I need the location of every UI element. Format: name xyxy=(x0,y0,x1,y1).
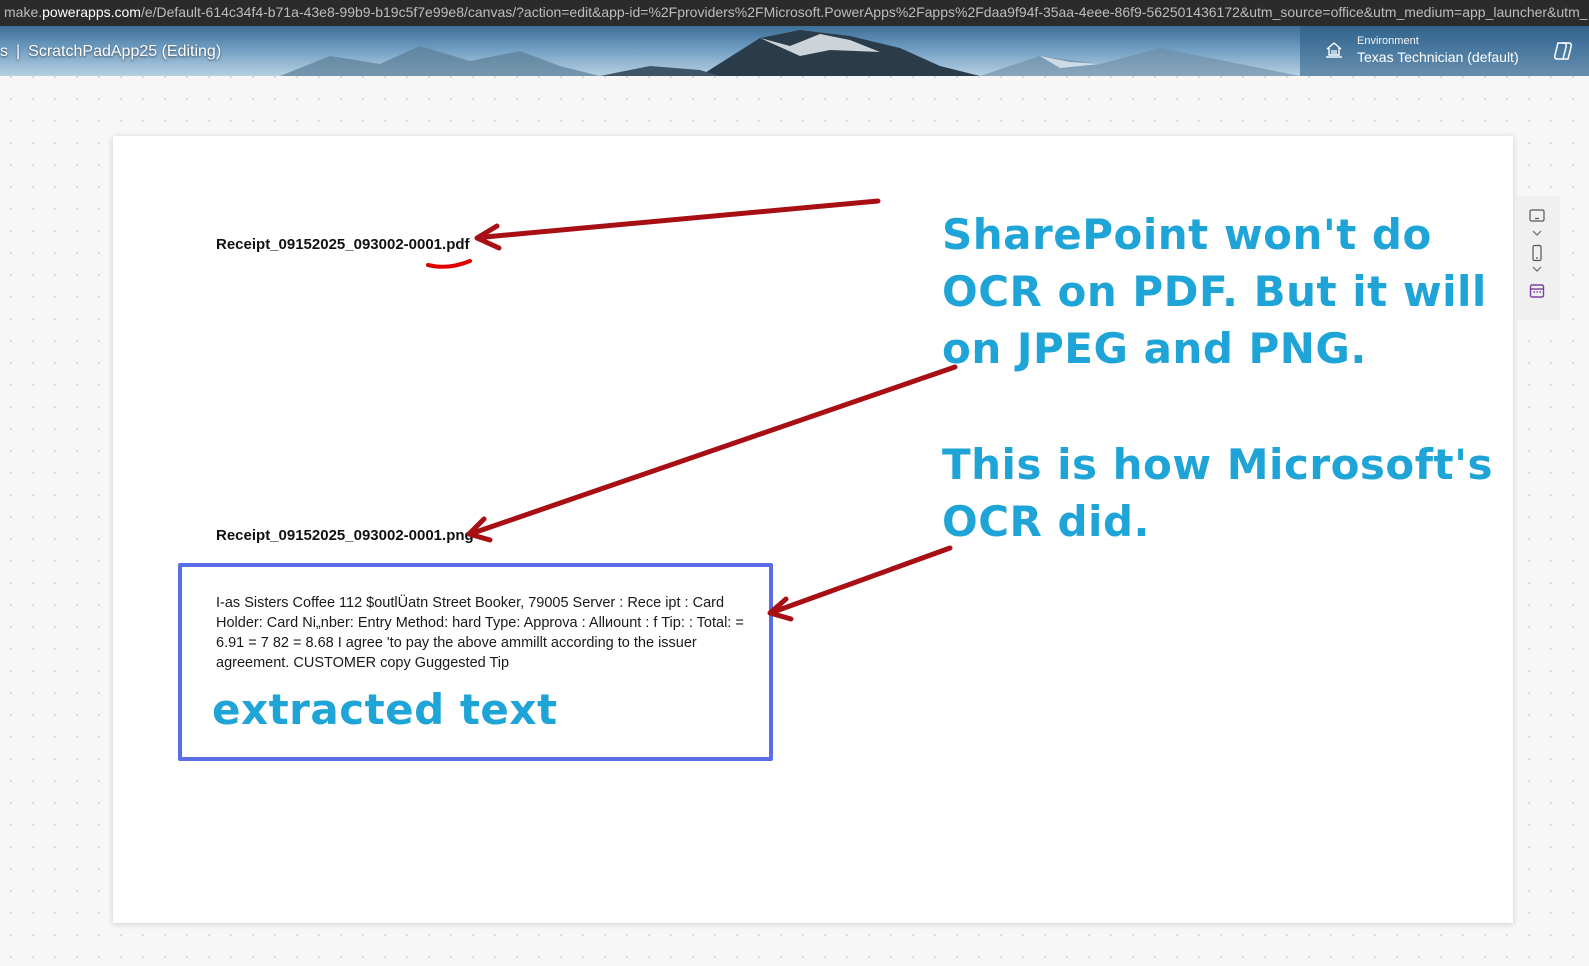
url-path: /e/Default-614c34f4-b71a-43e8-99b9-b19c5… xyxy=(140,4,1588,20)
environment-selector[interactable]: Environment Texas Technician (default) xyxy=(1300,26,1589,76)
png-filename-label[interactable]: Receipt_09152025_093002-0001.png xyxy=(216,527,474,544)
environment-icon xyxy=(1326,42,1342,58)
app-title-bar: s | ScratchPadApp25 (Editing) xyxy=(0,26,221,76)
browser-url-bar[interactable]: make.powerapps.com/e/Default-614c34f4-b7… xyxy=(0,0,1589,26)
title-separator: | xyxy=(16,43,21,60)
pdf-filename-label[interactable]: Receipt_09152025_093002-0001.pdf xyxy=(216,236,470,253)
annotation-note-microsoft-ocr: This is how Microsoft's OCR did. xyxy=(942,440,1493,546)
environment-label: Environment xyxy=(1357,35,1419,47)
annotation-note-sharepoint-ocr: SharePoint won't do OCR on PDF. But it w… xyxy=(942,210,1487,373)
device-toolbar xyxy=(1516,196,1560,320)
chevron-down-icon[interactable] xyxy=(1528,228,1546,238)
ocr-extracted-text[interactable]: I-as Sisters Coffee 112 $outlÜatn Street… xyxy=(216,593,766,673)
phone-icon[interactable] xyxy=(1528,244,1546,262)
url-prefix: make. xyxy=(4,4,43,20)
tablet-icon[interactable] xyxy=(1528,208,1546,224)
app-name[interactable]: ScratchPadApp25 (Editing) xyxy=(28,43,221,60)
title-prefix: s xyxy=(0,43,8,60)
ocr-output-box: I-as Sisters Coffee 112 $outlÜatn Street… xyxy=(178,563,773,761)
chevron-down-icon[interactable] xyxy=(1528,264,1546,274)
app-header: s | ScratchPadApp25 (Editing) Environment … xyxy=(0,26,1589,76)
copilot-icon[interactable] xyxy=(1552,40,1574,62)
extracted-text-annotation: extracted text xyxy=(212,685,558,734)
calendar-icon[interactable] xyxy=(1528,282,1546,300)
environment-value: Texas Technician (default) xyxy=(1357,49,1519,65)
url-host: powerapps.com xyxy=(42,4,141,20)
